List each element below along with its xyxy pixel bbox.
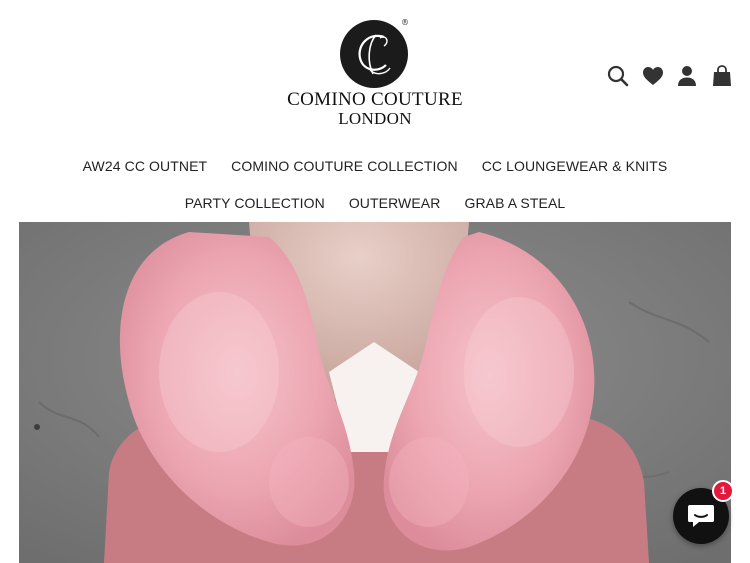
nav-outerwear[interactable]: OUTERWEAR [349, 195, 441, 211]
search-icon[interactable] [606, 64, 630, 88]
nav-aw24-cc-outnet[interactable]: AW24 CC OUTNET [83, 158, 208, 174]
main-nav-row-1: AW24 CC OUTNET COMINO COUTURE COLLECTION… [0, 158, 750, 174]
main-nav-row-2: PARTY COLLECTION OUTERWEAR GRAB A STEAL [0, 195, 750, 211]
brand-logo[interactable]: ® COMINO COUTURE LONDON [282, 14, 468, 130]
nav-comino-couture-collection[interactable]: COMINO COUTURE COLLECTION [231, 158, 458, 174]
chat-notification-badge: 1 [712, 480, 734, 502]
site-header: ® COMINO COUTURE LONDON AW24 CC OUTNET C… [0, 0, 750, 222]
brand-city: LONDON [338, 109, 412, 128]
brand-name: COMINO COUTURE [287, 89, 463, 110]
nav-grab-a-steal[interactable]: GRAB A STEAL [464, 195, 565, 211]
registered-mark: ® [401, 18, 409, 27]
cart-bag-icon[interactable] [710, 64, 734, 88]
nav-party-collection[interactable]: PARTY COLLECTION [185, 195, 325, 211]
account-icon[interactable] [675, 64, 699, 88]
wishlist-heart-icon[interactable] [641, 64, 665, 88]
hero-product-image[interactable] [19, 222, 731, 563]
monogram-circle [340, 20, 408, 88]
chat-bubble-icon [688, 505, 714, 527]
nav-cc-loungewear-knits[interactable]: CC LOUNGEWEAR & KNITS [482, 158, 668, 174]
